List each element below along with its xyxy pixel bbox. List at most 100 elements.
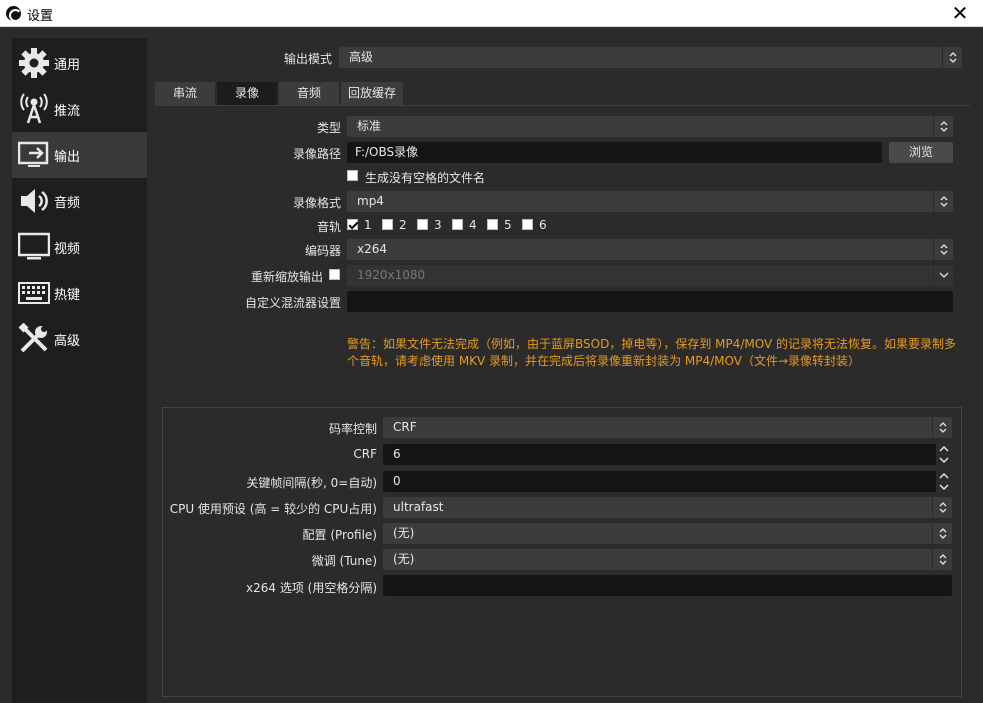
track-6-label: 6 [539, 218, 547, 232]
cpu-preset-select[interactable]: ultrafast [383, 497, 952, 518]
profile-select[interactable]: (无) [383, 523, 952, 544]
cpu-preset-label: CPU 使用预设 (高 = 较少的 CPU占用) [169, 502, 377, 516]
tune-select[interactable]: (无) [383, 549, 952, 570]
sidebar-item-advanced[interactable]: 高级 [12, 316, 147, 362]
tune-label: 微调 (Tune) [311, 554, 377, 568]
title-bar: 设置 ✕ [0, 0, 983, 27]
track-1-label: 1 [364, 218, 372, 232]
recording-format-label: 录像格式 [292, 196, 341, 210]
track-3-label: 3 [434, 218, 442, 232]
crf-label: CRF [353, 447, 377, 461]
x264-options-label: x264 选项 (用空格分隔) [246, 581, 377, 595]
updown-arrows-icon [942, 47, 962, 68]
window-title: 设置 [27, 9, 54, 24]
rate-control-value: CRF [393, 420, 417, 434]
sidebar-item-label: 通用 [54, 57, 81, 73]
sidebar-item-audio[interactable]: 音频 [12, 178, 147, 224]
gear-icon [16, 45, 52, 81]
rate-control-select[interactable]: CRF [383, 417, 952, 438]
x264-options-input[interactable] [383, 575, 952, 596]
speaker-icon [16, 183, 52, 219]
track-6-checkbox[interactable] [522, 219, 533, 230]
type-value: 标准 [357, 119, 382, 133]
sidebar-item-hotkeys[interactable]: 热键 [12, 270, 147, 316]
tab-audio[interactable]: 音频 [279, 82, 339, 105]
recording-path-label: 录像路径 [292, 147, 341, 161]
output-settings-panel: 输出模式 高级 串流 录像 音频 回放缓存 类型 标准 录像路径 F:/OBS录… [147, 38, 983, 703]
cpu-preset-value: ultrafast [393, 500, 444, 514]
sidebar-item-stream[interactable]: 推流 [12, 86, 147, 132]
profile-value: (无) [393, 526, 415, 540]
sidebar-item-video[interactable]: 视频 [12, 224, 147, 270]
track-4-checkbox[interactable] [452, 219, 463, 230]
type-label: 类型 [316, 121, 341, 135]
tab-recording[interactable]: 录像 [217, 82, 277, 105]
tab-replay-buffer[interactable]: 回放缓存 [341, 82, 403, 105]
keyframe-interval-value: 0 [393, 474, 401, 488]
track-5-label: 5 [504, 218, 512, 232]
sidebar-item-label: 高级 [54, 333, 81, 349]
crf-spinbox[interactable]: 6 [383, 444, 952, 465]
encoder-label: 编码器 [304, 244, 341, 258]
close-button[interactable]: ✕ [937, 0, 983, 27]
updown-arrows-icon [932, 523, 952, 544]
updown-arrows-icon [932, 549, 952, 570]
sidebar-item-label: 热键 [54, 287, 81, 303]
track-1-checkbox[interactable] [347, 219, 358, 230]
sidebar-item-label: 输出 [54, 149, 81, 165]
rate-control-label: 码率控制 [328, 422, 377, 436]
profile-label: 配置 (Profile) [302, 528, 378, 542]
spin-arrows-icon[interactable] [936, 444, 952, 465]
sidebar-item-label: 推流 [54, 103, 81, 119]
mp4-warning-text: 警告：如果文件无法完成（例如，由于蓝屏BSOD，掉电等），保存到 MP4/MOV… [347, 337, 957, 368]
output-mode-label: 输出模式 [283, 52, 332, 66]
keyframe-interval-spinbox[interactable]: 0 [383, 471, 952, 492]
no-space-filename-label: 生成没有空格的文件名 [365, 171, 486, 185]
tab-divider [155, 105, 970, 106]
tab-stream[interactable]: 串流 [155, 82, 215, 105]
updown-arrows-icon [933, 116, 953, 137]
track-2-checkbox[interactable] [382, 219, 393, 230]
recording-path-input[interactable]: F:/OBS录像 [347, 142, 882, 163]
encoder-select[interactable]: x264 [347, 239, 953, 260]
output-mode-value: 高级 [349, 50, 374, 64]
type-select[interactable]: 标准 [347, 116, 953, 137]
updown-arrows-icon [933, 239, 953, 260]
track-3-checkbox[interactable] [417, 219, 428, 230]
track-5-checkbox[interactable] [487, 219, 498, 230]
sidebar-item-label: 音频 [54, 195, 81, 211]
crf-value: 6 [393, 447, 401, 461]
recording-format-select[interactable]: mp4 [347, 191, 953, 212]
updown-arrows-icon [932, 417, 952, 438]
tools-icon [16, 321, 52, 357]
keyboard-icon [16, 275, 52, 311]
spin-arrows-icon[interactable] [936, 471, 952, 492]
obs-logo-icon [6, 6, 22, 22]
rescale-resolution-value: 1920x1080 [357, 268, 426, 282]
tune-value: (无) [393, 552, 415, 566]
browse-button[interactable]: 浏览 [889, 142, 953, 163]
rescale-output-label: 重新缩放输出 [250, 270, 323, 284]
muxer-settings-input[interactable] [347, 291, 953, 312]
encoder-value: x264 [357, 242, 388, 256]
track-4-label: 4 [469, 218, 477, 232]
broadcast-icon [16, 91, 52, 127]
muxer-settings-label: 自定义混流器设置 [244, 296, 341, 310]
sidebar-item-output[interactable]: 输出 [12, 132, 147, 178]
no-space-filename-checkbox[interactable] [347, 170, 358, 181]
sidebar-item-label: 视频 [54, 241, 81, 257]
output-mode-select[interactable]: 高级 [339, 47, 962, 68]
chevron-down-icon [933, 265, 953, 286]
updown-arrows-icon [932, 497, 952, 518]
track-2-label: 2 [399, 218, 407, 232]
sidebar-item-general[interactable]: 通用 [12, 40, 147, 86]
audio-tracks-label: 音轨 [316, 220, 341, 234]
recording-format-value: mp4 [357, 194, 384, 208]
output-icon [16, 137, 52, 173]
rescale-resolution-select[interactable]: 1920x1080 [347, 265, 953, 286]
settings-sidebar: 通用 推流 输出 音频 视频 热键 高级 [12, 38, 147, 703]
updown-arrows-icon [933, 191, 953, 212]
monitor-icon [16, 229, 52, 265]
rescale-output-checkbox[interactable] [329, 269, 340, 280]
encoder-settings-group: 码率控制 CRF CRF 6 关键帧间隔(秒, 0=自动) 0 CPU 使用预设… [162, 407, 962, 697]
